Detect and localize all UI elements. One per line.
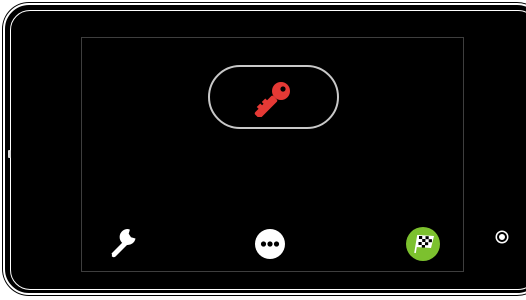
finish-button[interactable] [405, 226, 441, 262]
unlock-button[interactable] [208, 65, 339, 129]
home-button[interactable] [497, 232, 507, 242]
key-icon [254, 82, 290, 117]
more-dots-icon [255, 229, 285, 259]
wrench-icon [109, 228, 136, 258]
device-screen [81, 37, 464, 272]
side-port [8, 150, 11, 158]
more-options-button[interactable] [254, 228, 286, 260]
checkered-flag-icon [406, 227, 440, 261]
device-stage [0, 0, 526, 300]
settings-button[interactable] [104, 225, 140, 261]
